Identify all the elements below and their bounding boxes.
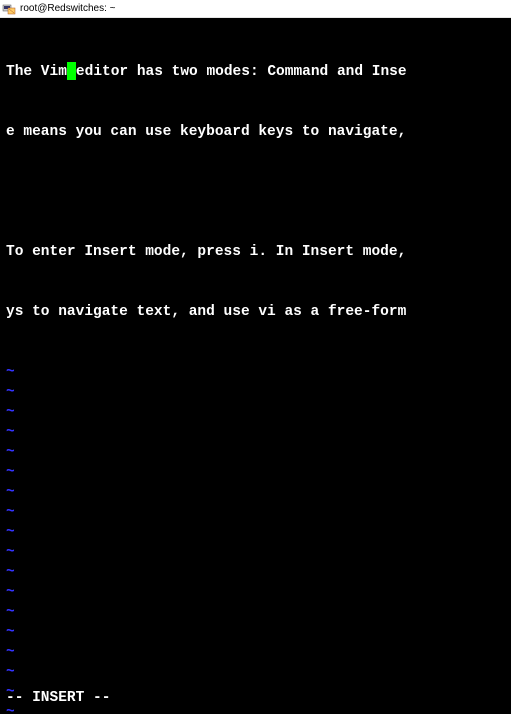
text-segment: The Vim	[6, 64, 67, 80]
text-line: The Vim editor has two modes: Command an…	[6, 62, 505, 82]
tilde-line: ~	[6, 562, 505, 582]
tilde-line: ~	[6, 442, 505, 462]
text-segment: editor has two modes: Command and Inse	[76, 64, 407, 80]
tilde-line: ~	[6, 402, 505, 422]
text-line: ys to navigate text, and use vi as a fre…	[6, 302, 505, 322]
tilde-line: ~	[6, 602, 505, 622]
window-titlebar: root@Redswitches: ~	[0, 0, 511, 18]
window-title: root@Redswitches: ~	[20, 3, 115, 14]
tilde-line: ~	[6, 382, 505, 402]
tilde-line: ~	[6, 522, 505, 542]
text-line: To enter Insert mode, press i. In Insert…	[6, 242, 505, 262]
tilde-line: ~	[6, 662, 505, 682]
vim-status-line: -- INSERT --	[6, 688, 110, 714]
cursor	[67, 62, 76, 80]
putty-icon	[2, 2, 16, 16]
tilde-line: ~	[6, 622, 505, 642]
text-line: e means you can use keyboard keys to nav…	[6, 122, 505, 142]
tilde-line: ~	[6, 362, 505, 382]
tilde-line: ~	[6, 502, 505, 522]
tilde-lines-container: ~~~~~~~~~~~~~~~~~~~~~~~~~~~	[6, 362, 505, 714]
terminal-viewport[interactable]: The Vim editor has two modes: Command an…	[0, 18, 511, 714]
tilde-line: ~	[6, 462, 505, 482]
text-line	[6, 182, 505, 202]
tilde-line: ~	[6, 482, 505, 502]
tilde-line: ~	[6, 582, 505, 602]
tilde-line: ~	[6, 422, 505, 442]
tilde-line: ~	[6, 642, 505, 662]
tilde-line: ~	[6, 542, 505, 562]
